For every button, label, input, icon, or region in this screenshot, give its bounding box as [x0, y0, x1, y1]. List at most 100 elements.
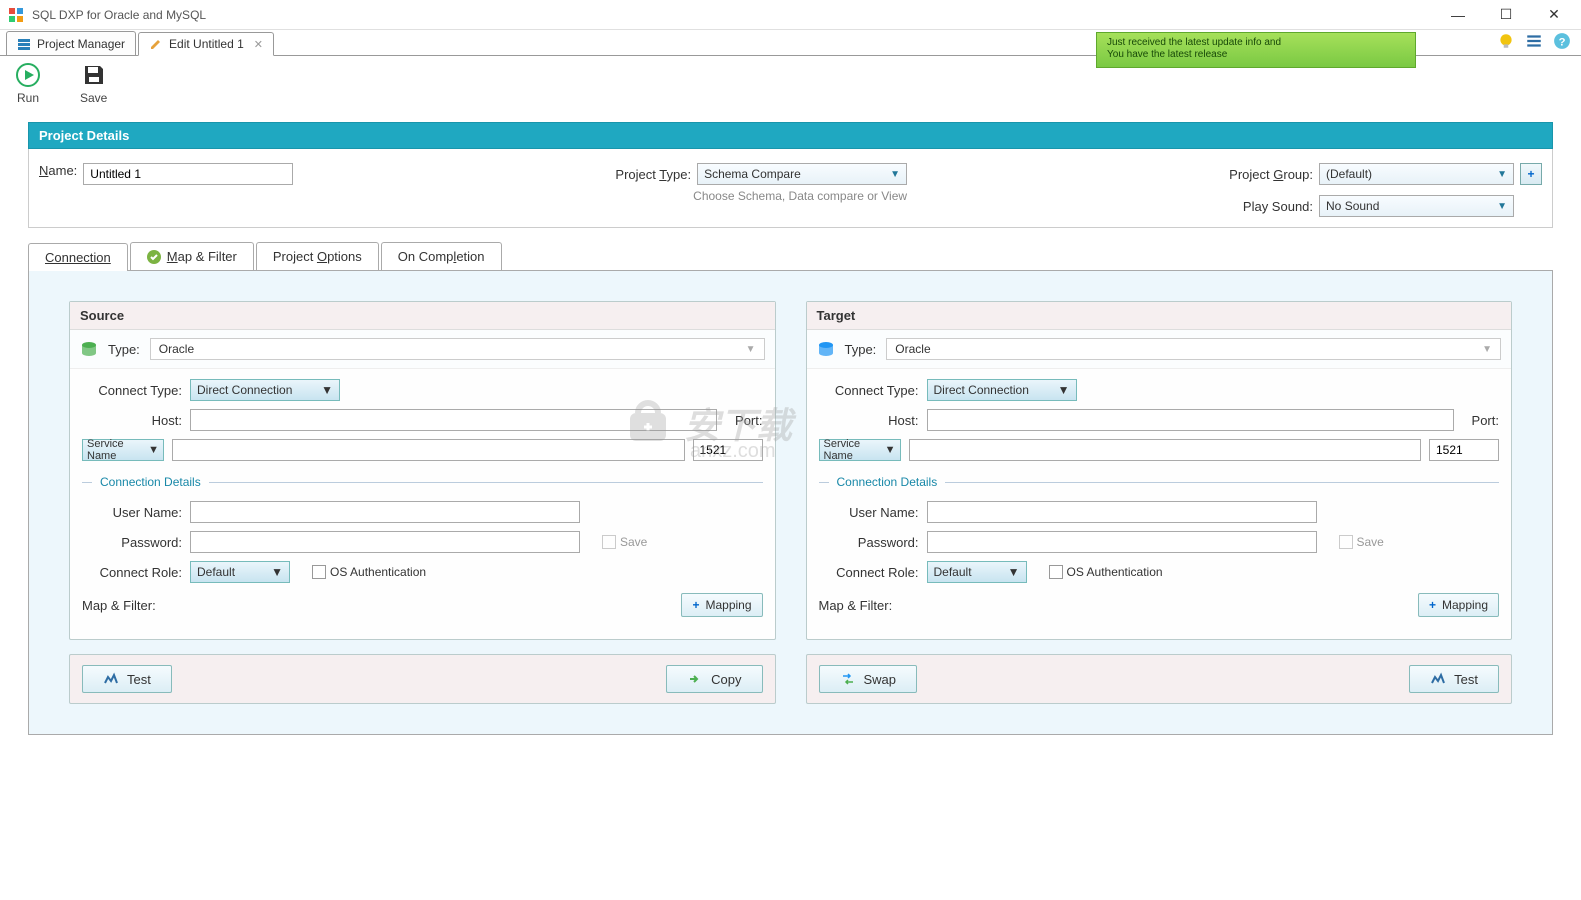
- source-port-input[interactable]: [693, 439, 763, 461]
- source-test-button[interactable]: Test: [82, 665, 172, 693]
- source-host-input[interactable]: [190, 409, 717, 431]
- chevron-down-icon: ▼: [890, 169, 900, 180]
- target-title: Target: [807, 302, 1512, 330]
- play-sound-label: Play Sound:: [1243, 199, 1313, 214]
- source-pass-input[interactable]: [190, 531, 580, 553]
- tab-close-icon[interactable]: ✕: [254, 38, 263, 51]
- play-sound-value: No Sound: [1326, 199, 1379, 213]
- source-save-checkbox[interactable]: [602, 535, 616, 549]
- chevron-down-icon: ▼: [271, 565, 283, 579]
- chevron-down-icon: ▼: [1482, 344, 1492, 355]
- target-service-input[interactable]: [909, 439, 1422, 461]
- play-sound-combo[interactable]: No Sound ▼: [1319, 195, 1514, 217]
- edit-icon: [149, 37, 163, 51]
- source-service-input[interactable]: [172, 439, 685, 461]
- source-type-combo[interactable]: Oracle ▼: [150, 338, 765, 360]
- check-icon: [147, 250, 161, 264]
- menu-icon[interactable]: [1525, 32, 1543, 50]
- target-user-input[interactable]: [927, 501, 1317, 523]
- user-label: User Name:: [819, 505, 919, 520]
- source-role-combo[interactable]: Default ▼: [190, 561, 290, 583]
- type-label: Type:: [108, 342, 140, 357]
- target-role-combo[interactable]: Default ▼: [927, 561, 1027, 583]
- notif-line2: You have the latest release: [1107, 49, 1405, 61]
- role-label: Connect Role:: [819, 565, 919, 580]
- run-icon: [16, 63, 40, 87]
- host-label: Host:: [819, 413, 919, 428]
- chevron-down-icon: ▼: [148, 444, 159, 456]
- test-icon: [1430, 671, 1446, 687]
- target-osauth-checkbox[interactable]: [1049, 565, 1063, 579]
- content: Project Details Name: Project Type: Sche…: [0, 112, 1581, 745]
- target-service-combo[interactable]: Service Name ▼: [819, 439, 901, 461]
- target-port-input[interactable]: [1429, 439, 1499, 461]
- name-label: Name:: [39, 163, 77, 178]
- minimize-button[interactable]: —: [1443, 5, 1473, 25]
- add-group-button[interactable]: +: [1520, 163, 1542, 185]
- osauth-label: OS Authentication: [1067, 565, 1163, 579]
- source-user-input[interactable]: [190, 501, 580, 523]
- target-mapping-button[interactable]: + Mapping: [1418, 593, 1499, 617]
- project-group-combo[interactable]: (Default) ▼: [1319, 163, 1514, 185]
- save-button[interactable]: Save: [80, 63, 107, 105]
- project-group-label: Project Group:: [1229, 167, 1313, 182]
- toolbar-right: ?: [1497, 32, 1571, 50]
- target-box: Target Type: Oracle ▼ Connect Type: Dire…: [806, 301, 1513, 640]
- oracle-icon: [817, 340, 835, 358]
- lightbulb-icon[interactable]: [1497, 32, 1515, 50]
- source-service-combo[interactable]: Service Name ▼: [82, 439, 164, 461]
- swap-icon: [840, 671, 856, 687]
- save-label: Save: [80, 91, 107, 105]
- target-pass-input[interactable]: [927, 531, 1317, 553]
- swap-button[interactable]: Swap: [819, 665, 918, 693]
- target-test-button[interactable]: Test: [1409, 665, 1499, 693]
- tab-connection[interactable]: Connection: [28, 243, 128, 271]
- svg-text:?: ?: [1559, 37, 1566, 49]
- notif-line1: Just received the latest update info and: [1107, 37, 1405, 49]
- test-icon: [103, 671, 119, 687]
- source-osauth-checkbox[interactable]: [312, 565, 326, 579]
- pass-label: Password:: [819, 535, 919, 550]
- project-manager-icon: [17, 37, 31, 51]
- source-title: Source: [70, 302, 775, 330]
- source-actions: Test Copy: [69, 654, 776, 704]
- name-input[interactable]: [83, 163, 293, 185]
- chevron-down-icon: ▼: [1497, 201, 1507, 212]
- target-connect-type-combo[interactable]: Direct Connection ▼: [927, 379, 1077, 401]
- window-title: SQL DXP for Oracle and MySQL: [32, 8, 1443, 22]
- copy-icon: [687, 671, 703, 687]
- details-label: Connection Details: [837, 475, 938, 489]
- project-type-value: Schema Compare: [704, 167, 801, 181]
- osauth-label: OS Authentication: [330, 565, 426, 579]
- project-details-body: Name: Project Type: Schema Compare ▼ Cho…: [28, 149, 1553, 228]
- source-connect-type-combo[interactable]: Direct Connection ▼: [190, 379, 340, 401]
- save-cred-label: Save: [1357, 535, 1384, 549]
- project-type-hint: Choose Schema, Data compare or View: [693, 189, 907, 203]
- source-box: Source Type: Oracle ▼ Connect Type: Dire…: [69, 301, 776, 640]
- tab-edit-untitled[interactable]: Edit Untitled 1 ✕: [138, 32, 274, 56]
- maximize-button[interactable]: ☐: [1491, 5, 1521, 25]
- source-mapping-button[interactable]: + Mapping: [681, 593, 762, 617]
- user-label: User Name:: [82, 505, 182, 520]
- tab-project-manager[interactable]: Project Manager: [6, 31, 136, 55]
- role-label: Connect Role:: [82, 565, 182, 580]
- chevron-down-icon: ▼: [885, 444, 896, 456]
- target-save-checkbox[interactable]: [1339, 535, 1353, 549]
- tab-on-completion[interactable]: On Completion: [381, 242, 502, 270]
- tab-project-options[interactable]: Project Options: [256, 242, 379, 270]
- plus-icon: +: [1429, 598, 1436, 612]
- run-button[interactable]: Run: [16, 63, 40, 105]
- copy-button[interactable]: Copy: [666, 665, 762, 693]
- help-icon[interactable]: ?: [1553, 32, 1571, 50]
- project-type-combo[interactable]: Schema Compare ▼: [697, 163, 907, 185]
- target-type-combo[interactable]: Oracle ▼: [886, 338, 1501, 360]
- tab-map-filter[interactable]: Map & Filter: [130, 242, 254, 270]
- plus-icon: +: [692, 598, 699, 612]
- close-button[interactable]: ✕: [1539, 5, 1569, 25]
- titlebar: SQL DXP for Oracle and MySQL — ☐ ✕: [0, 0, 1581, 30]
- connection-panel: Source Type: Oracle ▼ Connect Type: Dire…: [28, 271, 1553, 735]
- tab-label: Edit Untitled 1: [169, 37, 244, 51]
- project-type-label: Project Type:: [615, 167, 691, 182]
- target-host-input[interactable]: [927, 409, 1454, 431]
- run-label: Run: [17, 91, 39, 105]
